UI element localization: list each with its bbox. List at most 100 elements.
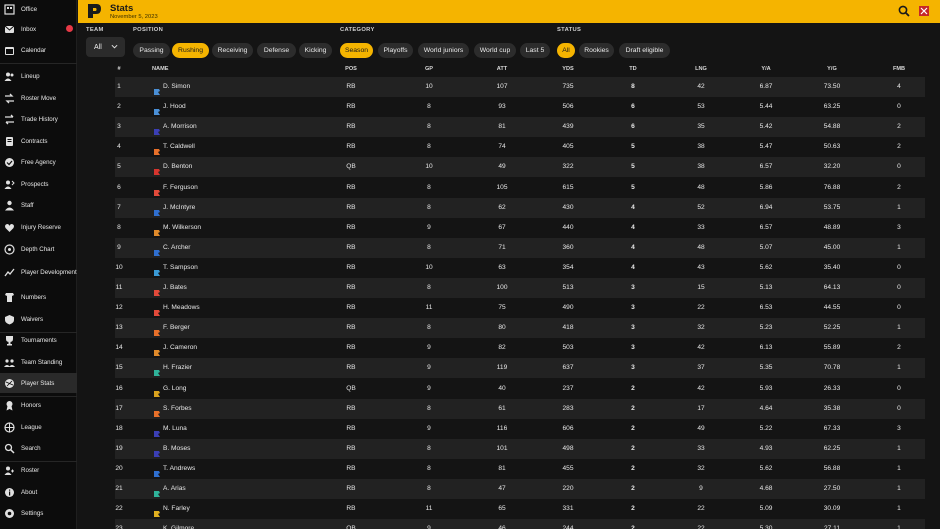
player-name-link[interactable]: A. Morrison — [163, 123, 197, 130]
column-header[interactable]: # — [117, 66, 120, 72]
status-pill-draft-eligible[interactable]: Draft eligible — [619, 43, 670, 58]
table-row[interactable]: 15 H. Frazier RB 9 119 637 3 37 5.35 70.78 1 — [115, 358, 925, 379]
table-row[interactable]: 13 F. Berger RB 8 80 418 3 32 5.23 52.25 1 — [115, 318, 925, 339]
team-logo-icon — [153, 284, 161, 296]
sidebar-item-calendar[interactable]: Calendar — [0, 40, 77, 60]
player-name-link[interactable]: M. Luna — [163, 425, 187, 432]
sidebar-item-waivers[interactable]: Waivers — [0, 309, 77, 329]
column-header[interactable]: NAME — [152, 66, 168, 72]
position-pill-passing[interactable]: Passing — [133, 43, 170, 58]
position-pill-kicking[interactable]: Kicking — [299, 43, 332, 58]
sidebar-item-inbox[interactable]: Inbox — [0, 19, 77, 39]
cell-gp: 8 — [427, 464, 431, 472]
sidebar-item-trade-history[interactable]: Trade History — [0, 109, 77, 129]
category-pill-last-5[interactable]: Last 5 — [520, 43, 550, 58]
player-name-link[interactable]: M. Wilkerson — [163, 224, 201, 231]
sidebar-item-depth-chart[interactable]: Depth Chart — [0, 239, 77, 259]
position-pill-defense[interactable]: Defense — [257, 43, 296, 58]
player-name-link[interactable]: K. Gilmore — [163, 525, 194, 529]
table-row[interactable]: 21 A. Arias RB 8 47 220 2 9 4.68 27.50 1 — [115, 479, 925, 499]
sidebar-item-settings[interactable]: Settings — [0, 503, 77, 523]
sidebar-item-injury-reserve[interactable]: Injury Reserve — [0, 217, 77, 237]
column-header[interactable]: LNG — [695, 66, 707, 72]
column-header[interactable]: POS — [345, 66, 357, 72]
sidebar-item-tournaments[interactable]: Tournaments — [0, 330, 77, 350]
player-name-link[interactable]: C. Archer — [163, 244, 190, 251]
column-header[interactable]: FMB — [893, 66, 905, 72]
club-crest-icon[interactable] — [918, 5, 930, 17]
category-pill-season[interactable]: Season — [340, 43, 373, 58]
table-row[interactable]: 17 S. Forbes RB 8 61 283 2 17 4.64 35.38 0 — [115, 398, 925, 419]
status-pill-all[interactable]: All — [557, 43, 575, 58]
player-name-link[interactable]: G. Long — [163, 385, 186, 392]
column-header[interactable]: TD — [629, 66, 636, 72]
player-name-link[interactable]: A. Arias — [163, 485, 186, 492]
player-name-link[interactable]: D. Simon — [163, 83, 190, 90]
status-pill-rookies[interactable]: Rookies — [579, 43, 614, 58]
position-pill-receiving[interactable]: Receiving — [212, 43, 253, 58]
table-row[interactable]: 12 H. Meadows RB 11 75 490 3 22 6.53 44.55 0 — [115, 298, 925, 318]
sidebar-item-staff[interactable]: Staff — [0, 195, 77, 215]
sidebar-item-contracts[interactable]: Contracts — [0, 131, 77, 151]
table-row[interactable]: 5 D. Benton QB 10 49 322 5 38 6.57 32.20 0 — [115, 157, 925, 178]
team-logo-icon — [153, 344, 161, 357]
player-name-link[interactable]: N. Farley — [163, 505, 190, 512]
column-header[interactable]: Y/G — [827, 66, 837, 72]
team-select[interactable]: All — [86, 37, 125, 57]
sidebar-item-roster-move[interactable]: Roster Move — [0, 88, 77, 108]
sidebar-item-numbers[interactable]: Numbers — [0, 287, 77, 307]
player-name-link[interactable]: T. Sampson — [163, 264, 198, 271]
search-icon[interactable] — [898, 5, 910, 17]
column-header[interactable]: YDS — [562, 66, 574, 72]
column-header[interactable]: ATT — [497, 66, 507, 72]
table-row[interactable]: 4 T. Caldwell RB 8 74 405 5 38 5.47 50.63 2 — [115, 137, 925, 157]
player-name-link[interactable]: F. Berger — [163, 324, 190, 331]
player-name-link[interactable]: H. Frazier — [163, 364, 192, 371]
sidebar-item-player-development[interactable]: Player Development — [0, 262, 77, 282]
table-row[interactable]: 18 M. Luna RB 9 116 606 2 49 5.22 67.33 3 — [115, 419, 925, 439]
position-pill-rushing[interactable]: Rushing — [172, 43, 209, 58]
sidebar-item-roster[interactable]: Roster — [0, 460, 77, 480]
player-name-link[interactable]: J. Cameron — [163, 344, 197, 351]
table-row[interactable]: 2 J. Hood RB 8 93 506 6 53 5.44 63.25 0 — [115, 97, 925, 117]
table-row[interactable]: 7 J. McIntyre RB 8 62 430 4 52 6.94 53.75 1 — [115, 197, 925, 218]
table-row[interactable]: 23 K. Gilmore QB 9 46 244 2 22 5.30 27.11 1 — [115, 519, 925, 529]
table-row[interactable]: 9 C. Archer RB 8 71 360 4 48 5.07 45.00 1 — [115, 237, 925, 258]
player-name-link[interactable]: J. Hood — [163, 103, 186, 110]
sidebar-item-prospects[interactable]: Prospects — [0, 174, 77, 194]
table-row[interactable]: 1 D. Simon RB 10 107 735 8 42 6.87 73.50 4 — [115, 77, 925, 97]
table-row[interactable]: 16 G. Long QB 9 40 237 2 42 5.93 26.33 0 — [115, 379, 925, 399]
player-name-link[interactable]: T. Andrews — [163, 465, 195, 472]
category-pill-world-juniors[interactable]: World juniors — [418, 43, 469, 58]
column-header[interactable]: GP — [425, 66, 433, 72]
player-name-link[interactable]: J. McIntyre — [163, 204, 195, 211]
table-row[interactable]: 19 B. Moses RB 8 101 498 2 33 4.93 62.25 1 — [115, 438, 925, 459]
table-row[interactable]: 22 N. Farley RB 11 65 331 2 22 5.09 30.09 1 — [115, 499, 925, 519]
player-name-link[interactable]: H. Meadows — [163, 304, 200, 311]
sidebar-item-team-standing[interactable]: Team Standing — [0, 352, 77, 372]
table-row[interactable]: 8 M. Wilkerson RB 9 67 440 4 33 6.57 48.89 3 — [115, 218, 925, 238]
sidebar-item-league[interactable]: League — [0, 417, 77, 437]
sidebar-item-office[interactable]: Office — [0, 0, 77, 19]
table-row[interactable]: 14 J. Cameron RB 9 82 503 3 42 6.13 55.89 2 — [115, 338, 925, 358]
player-name-link[interactable]: F. Ferguson — [163, 184, 198, 191]
table-row[interactable]: 11 J. Bates RB 8 100 513 3 15 5.13 64.13 0 — [115, 278, 925, 298]
sidebar-item-search[interactable]: Search — [0, 438, 77, 458]
sidebar-item-player-stats[interactable]: Player Stats — [0, 373, 77, 393]
sidebar-item-free-agency[interactable]: Free Agency — [0, 152, 77, 172]
player-name-link[interactable]: T. Caldwell — [163, 143, 195, 150]
player-name-link[interactable]: J. Bates — [163, 284, 187, 291]
table-row[interactable]: 6 F. Ferguson RB 8 105 615 5 48 5.86 76.88 2 — [115, 178, 925, 198]
column-header[interactable]: Y/A — [761, 66, 770, 72]
table-row[interactable]: 10 T. Sampson RB 10 63 354 4 43 5.62 35.40 0 — [115, 258, 925, 278]
player-name-link[interactable]: D. Benton — [163, 163, 192, 170]
sidebar-item-about[interactable]: About — [0, 482, 77, 502]
table-row[interactable]: 3 A. Morrison RB 8 81 439 6 35 5.42 54.88 2 — [115, 117, 925, 138]
category-pill-world-cup[interactable]: World cup — [474, 43, 516, 58]
table-row[interactable]: 20 T. Andrews RB 8 81 455 2 32 5.62 56.88 1 — [115, 459, 925, 479]
player-name-link[interactable]: S. Forbes — [163, 405, 192, 412]
player-name-link[interactable]: B. Moses — [163, 445, 190, 452]
category-pill-playoffs[interactable]: Playoffs — [378, 43, 413, 58]
sidebar-item-honors[interactable]: Honors — [0, 395, 77, 415]
sidebar-item-lineup[interactable]: Lineup — [0, 66, 77, 86]
